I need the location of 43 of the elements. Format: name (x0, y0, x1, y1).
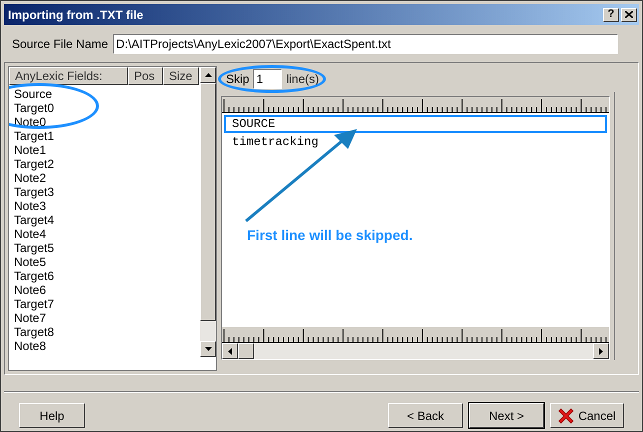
help-icon[interactable]: ? (603, 8, 619, 22)
field-item[interactable]: Note5 (14, 255, 200, 269)
field-item[interactable]: Target6 (14, 269, 200, 283)
column-header[interactable]: Size (163, 67, 199, 85)
window-title: Importing from .TXT file (8, 6, 144, 24)
field-item[interactable]: Target3 (14, 185, 200, 199)
source-file-label: Source File Name (12, 36, 108, 53)
source-file-field[interactable]: D:\AITProjects\AnyLexic2007\Export\ExactSpent.txt (113, 34, 618, 54)
field-item[interactable]: Target2 (14, 157, 200, 171)
field-item[interactable]: Target0 (14, 101, 200, 115)
field-item[interactable]: Note8 (14, 339, 200, 353)
field-item[interactable]: Target8 (14, 325, 200, 339)
cancel-x-icon (558, 408, 574, 424)
back-button[interactable]: < Back (388, 403, 463, 428)
field-item[interactable]: Note2 (14, 171, 200, 185)
scroll-thumb[interactable] (238, 343, 254, 359)
field-item[interactable]: Target4 (14, 213, 200, 227)
scroll-left-icon[interactable] (222, 343, 238, 359)
field-item[interactable]: Note1 (14, 143, 200, 157)
field-item[interactable]: Note7 (14, 311, 200, 325)
skip-lines-field[interactable]: 1 (253, 69, 282, 89)
field-item[interactable]: Note6 (14, 283, 200, 297)
lines-unit-label: line(s) (286, 71, 320, 88)
help-button[interactable]: Help (19, 403, 85, 428)
next-button[interactable]: Next > (469, 403, 544, 428)
callout-text: First line will be skipped. (247, 226, 413, 245)
close-icon[interactable] (621, 8, 637, 22)
field-item[interactable]: Note0 (14, 115, 200, 129)
preview-line: timetracking (231, 134, 320, 151)
field-item[interactable]: Target5 (14, 241, 200, 255)
column-header[interactable]: Pos (128, 67, 163, 85)
skip-label: Skip (226, 71, 250, 88)
cancel-button[interactable]: Cancel (550, 403, 624, 428)
scroll-right-icon[interactable] (593, 343, 609, 359)
scroll-down-icon[interactable] (200, 341, 216, 357)
field-item[interactable]: Note3 (14, 199, 200, 213)
field-item[interactable]: Note4 (14, 227, 200, 241)
scroll-up-icon[interactable] (200, 67, 216, 83)
field-item[interactable]: Target1 (14, 129, 200, 143)
column-header[interactable]: AnyLexic Fields: (9, 67, 128, 85)
scroll-thumb[interactable] (200, 83, 216, 321)
field-item[interactable]: Source (14, 87, 200, 101)
field-item[interactable]: Target7 (14, 297, 200, 311)
